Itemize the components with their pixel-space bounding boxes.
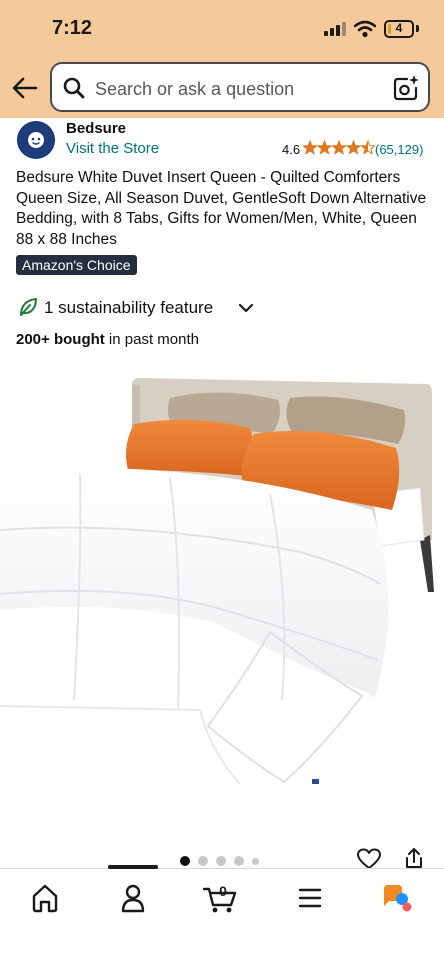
battery-icon: 4 <box>384 20 414 38</box>
cart-icon[interactable]: 0 <box>200 881 240 915</box>
product-image[interactable] <box>0 370 444 810</box>
bottom-nav: 0 <box>0 865 444 960</box>
status-bar: 7:12 4 <box>0 0 444 58</box>
image-pagination[interactable] <box>180 856 264 868</box>
leaf-icon <box>20 298 37 316</box>
menu-icon[interactable] <box>290 881 330 915</box>
rating-stars[interactable] <box>303 140 375 156</box>
store-row: Bedsure Visit the Store 4.6 (65,129) <box>0 118 444 162</box>
header: 7:12 4 Search or ask a question <box>0 0 444 118</box>
battery-percent: 4 <box>395 21 403 35</box>
cellular-signal-icon <box>324 22 346 36</box>
battery-cap <box>416 25 419 32</box>
review-count-link[interactable]: (65,129) <box>375 142 423 157</box>
nav-active-indicator <box>108 865 158 869</box>
store-name: Bedsure <box>66 120 127 137</box>
bought-count-bold: 200+ bought <box>16 331 105 348</box>
home-icon[interactable] <box>25 881 65 915</box>
bought-count: 200+ bought in past month <box>16 331 199 348</box>
heart-icon[interactable] <box>356 848 382 870</box>
bought-count-rest: in past month <box>104 331 199 348</box>
search-icon <box>63 77 85 99</box>
pagination-dot[interactable] <box>180 856 190 866</box>
bedsure-logo[interactable] <box>17 121 55 159</box>
wifi-icon <box>354 20 376 38</box>
share-icon[interactable] <box>402 846 426 870</box>
pagination-dot[interactable] <box>252 857 259 865</box>
star-icon <box>303 140 318 155</box>
pagination-dot[interactable] <box>198 856 208 866</box>
star-icon <box>345 140 362 155</box>
account-icon[interactable] <box>113 881 153 915</box>
camera-lens-icon[interactable] <box>392 74 420 102</box>
search-input[interactable]: Search or ask a question <box>50 62 430 112</box>
chevron-down-icon <box>238 303 254 313</box>
star-icon <box>316 140 333 155</box>
visit-store-link[interactable]: Visit the Store <box>66 140 159 157</box>
status-time: 7:12 <box>52 17 93 39</box>
pagination-dot[interactable] <box>216 856 226 866</box>
rating-value: 4.6 <box>282 142 301 157</box>
product-title: Bedsure White Duvet Insert Queen - Quilt… <box>16 169 427 248</box>
search-placeholder: Search or ask a question <box>95 79 295 99</box>
rufus-icon[interactable] <box>378 881 418 915</box>
sustainability-label: 1 sustainability feature <box>44 298 214 317</box>
amazons-choice-badge[interactable]: Amazon's Choice <box>16 255 137 275</box>
cart-count: 0 <box>219 883 227 899</box>
back-arrow-icon[interactable] <box>10 74 40 102</box>
star-icon <box>360 140 375 155</box>
pagination-dot[interactable] <box>234 856 244 866</box>
star-icon <box>331 140 347 155</box>
